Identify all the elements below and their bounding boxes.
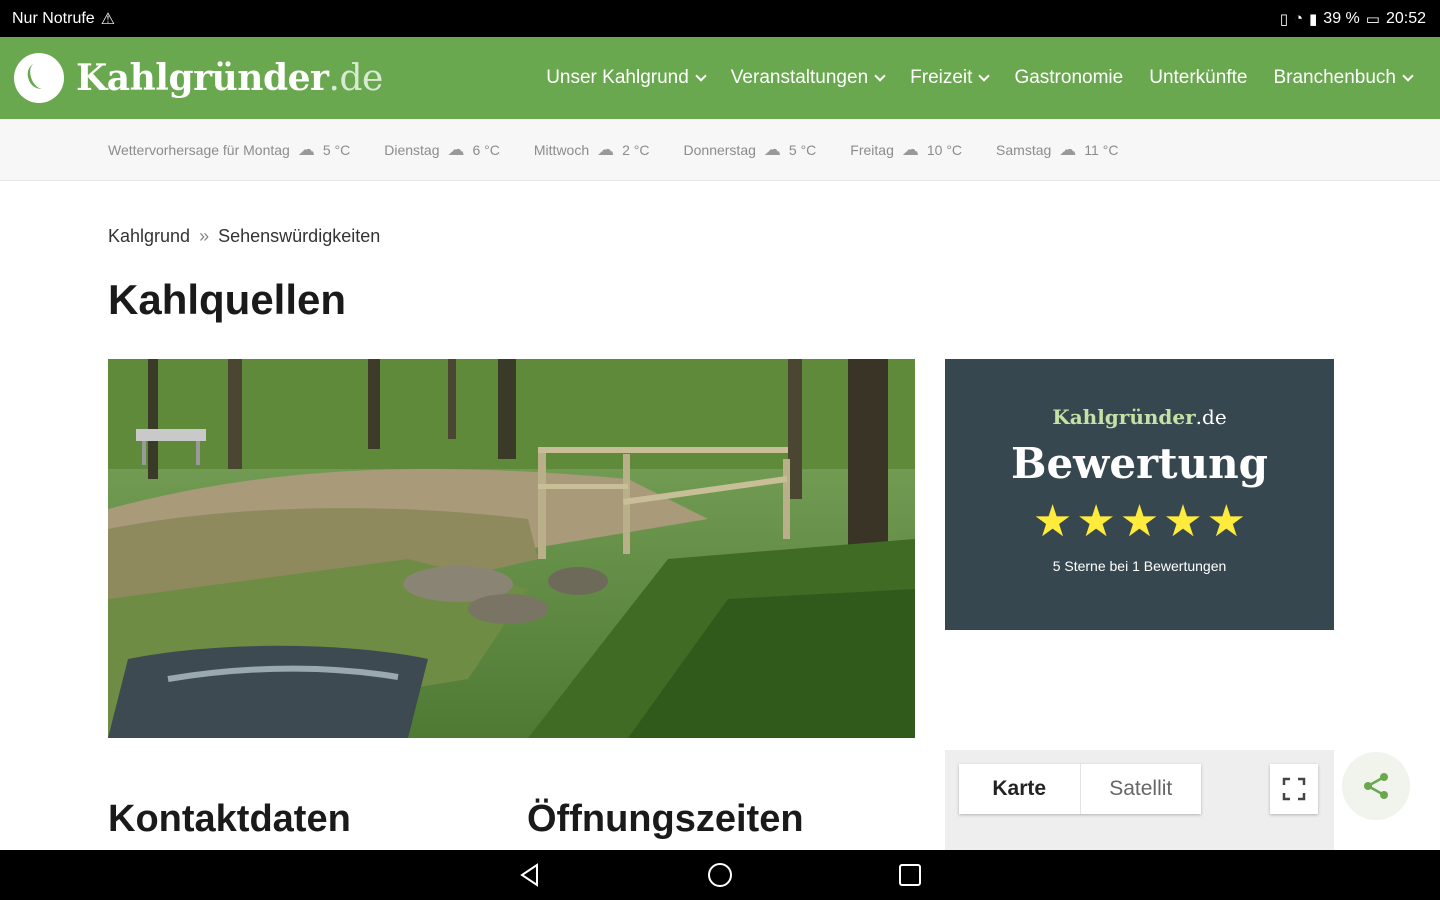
battery-percent: 39 % bbox=[1323, 9, 1360, 27]
star-rating: ★ ★ ★ ★ ★ bbox=[1033, 500, 1246, 544]
share-button[interactable] bbox=[1342, 752, 1410, 820]
cloud-sun-icon: ☁ bbox=[763, 139, 781, 159]
weather-day: Wettervorhersage für Montag ☁ 5 °C bbox=[108, 139, 351, 159]
weather-day: Mittwoch ☁ 2 °C bbox=[533, 139, 650, 159]
vibrate-icon: ▯ bbox=[1279, 10, 1288, 28]
carrier-text: Nur Notrufe bbox=[12, 9, 95, 27]
home-button[interactable] bbox=[700, 855, 740, 895]
chevron-down-icon bbox=[978, 70, 991, 82]
share-icon bbox=[1364, 773, 1388, 799]
logo-text: Kahlgründer.de bbox=[76, 57, 383, 99]
map-tab-satellit[interactable]: Satellit bbox=[1079, 764, 1202, 814]
cloud-icon: ☁ bbox=[901, 139, 919, 159]
wifi-icon: ◔ bbox=[1293, 10, 1304, 27]
clock: 20:52 bbox=[1385, 9, 1426, 27]
star-icon: ★ bbox=[1163, 497, 1203, 546]
menu-item-freizeit[interactable]: Freizeit bbox=[910, 67, 991, 89]
home-circle-icon bbox=[708, 863, 732, 887]
menu-item-unterkuenfte[interactable]: Unterkünfte bbox=[1149, 67, 1247, 89]
weather-day: Samstag ☁ 11 °C bbox=[996, 139, 1119, 159]
sim-icon: ▮ bbox=[1309, 10, 1318, 28]
weather-day: Donnerstag ☁ 5 °C bbox=[683, 139, 817, 159]
battery-icon: ▭ bbox=[1365, 10, 1380, 28]
recents-square-icon bbox=[899, 864, 921, 886]
map-widget[interactable]: Karte Satellit bbox=[945, 750, 1334, 850]
recents-button[interactable] bbox=[890, 855, 930, 895]
menu-item-gastronomie[interactable]: Gastronomie bbox=[1014, 67, 1123, 89]
star-icon: ★ bbox=[1032, 497, 1073, 546]
cloud-rain-icon: ☁ bbox=[297, 139, 315, 159]
section-heading-kontaktdaten: Kontaktdaten bbox=[108, 798, 351, 840]
menu-item-branchenbuch[interactable]: Branchenbuch bbox=[1273, 67, 1414, 89]
fullscreen-icon bbox=[1282, 777, 1306, 801]
android-nav-bar bbox=[0, 850, 1440, 900]
breadcrumb: Kahlgrund » Sehenswürdigkeiten bbox=[108, 226, 380, 247]
weather-day: Dienstag ☁ 6 °C bbox=[384, 139, 500, 159]
breadcrumb-link-kahlgrund[interactable]: Kahlgrund bbox=[108, 226, 190, 246]
forest-stream-image bbox=[108, 359, 915, 738]
rating-card: Kahlgründer.de Bewertung ★ ★ ★ ★ ★ 5 Ste… bbox=[945, 359, 1334, 630]
rating-title: Bewertung bbox=[1010, 439, 1269, 488]
warning-icon: ⚠ bbox=[100, 10, 116, 28]
rating-brand: Kahlgründer.de bbox=[1052, 405, 1227, 429]
site-header: Kahlgründer.de Unser Kahlgrund Veranstal… bbox=[0, 37, 1440, 119]
weather-forecast-bar: Wettervorhersage für Montag ☁ 5 °C Diensta… bbox=[0, 119, 1440, 181]
status-bar: Nur Notrufe ⚠ ▯ ◔ ▮ 39 % ▭ 20:52 bbox=[0, 0, 1440, 37]
cloud-rain-icon: ☁ bbox=[447, 139, 465, 159]
map-type-toggle: Karte Satellit bbox=[959, 764, 1201, 814]
cloud-rain-icon: ☁ bbox=[597, 139, 615, 159]
menu-item-veranstaltungen[interactable]: Veranstaltungen bbox=[731, 67, 886, 89]
breadcrumb-separator: » bbox=[199, 226, 210, 246]
chevron-down-icon bbox=[695, 70, 707, 82]
map-tab-karte[interactable]: Karte bbox=[959, 764, 1080, 814]
page-title: Kahlquellen bbox=[108, 276, 347, 323]
section-heading-oeffnungszeiten: Öffnungszeiten bbox=[527, 798, 804, 840]
rating-summary: 5 Sterne bei 1 Bewertungen bbox=[1052, 558, 1227, 574]
chevron-down-icon bbox=[874, 70, 886, 82]
menu-item-unser-kahlgrund[interactable]: Unser Kahlgrund bbox=[546, 67, 707, 89]
back-button[interactable] bbox=[510, 855, 550, 895]
star-icon: ★ bbox=[1076, 497, 1116, 546]
main-menu: Unser Kahlgrund Veranstaltungen Freizeit… bbox=[546, 67, 1414, 89]
fullscreen-button[interactable] bbox=[1270, 764, 1318, 814]
star-icon: ★ bbox=[1206, 497, 1247, 546]
site-logo[interactable]: Kahlgründer.de bbox=[14, 53, 383, 103]
breadcrumb-current[interactable]: Sehenswürdigkeiten bbox=[218, 226, 380, 246]
cloud-icon: ☁ bbox=[1059, 139, 1077, 159]
weather-day: Freitag ☁ 10 °C bbox=[850, 139, 963, 159]
star-icon: ★ bbox=[1119, 497, 1160, 546]
hero-photo bbox=[108, 359, 915, 738]
chevron-down-icon bbox=[1402, 70, 1414, 82]
apple-logo-icon bbox=[14, 53, 64, 103]
back-triangle-icon bbox=[520, 863, 538, 887]
